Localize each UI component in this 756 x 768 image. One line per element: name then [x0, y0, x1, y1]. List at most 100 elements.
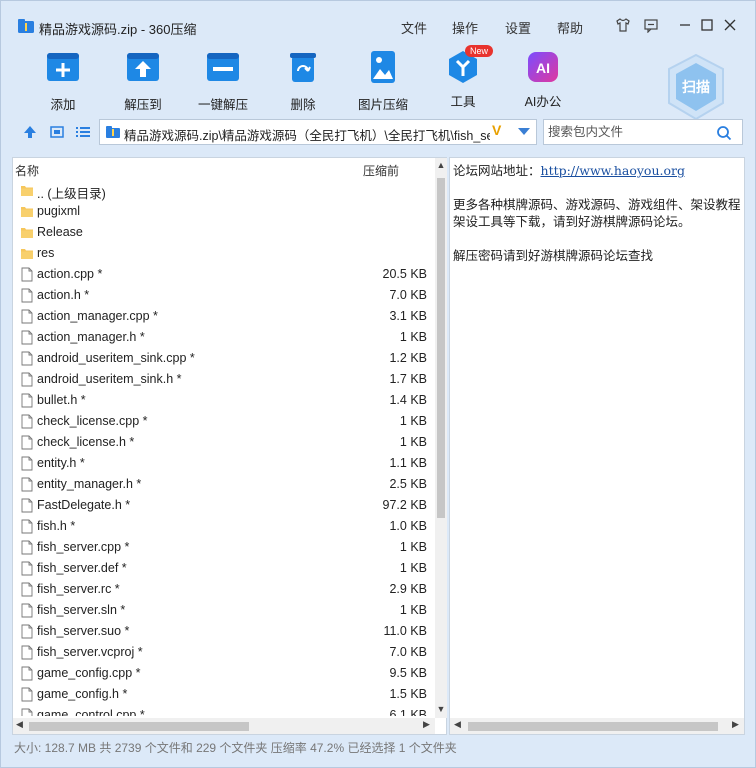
file-row[interactable]: game_control.cpp * 6.1 KB: [13, 705, 435, 716]
search-icon[interactable]: [716, 125, 732, 141]
menu-operate[interactable]: 操作: [452, 18, 478, 37]
file-row[interactable]: fish_server.suo * 11.0 KB: [13, 621, 435, 642]
scan-label: 扫描: [682, 79, 710, 96]
file-row[interactable]: android_useritem_sink.cpp * 1.2 KB: [13, 348, 435, 369]
search-input[interactable]: [548, 124, 708, 140]
file-size: 1 KB: [399, 603, 427, 617]
comment-scroll-thumb[interactable]: [468, 722, 718, 731]
file-row[interactable]: fish_server.def * 1 KB: [13, 558, 435, 579]
up-arrow-icon[interactable]: [22, 124, 38, 140]
file-icon: [21, 603, 33, 618]
file-name: entity.h *: [37, 456, 85, 470]
ai-icon-text: AI: [536, 60, 550, 76]
thumbnail-view-icon[interactable]: [49, 124, 65, 140]
file-size: 3.1 KB: [389, 309, 427, 323]
add-button[interactable]: 添加: [25, 49, 101, 113]
file-size: 1.0 KB: [389, 519, 427, 533]
one-click-extract-icon: [207, 53, 239, 81]
file-row[interactable]: fish.h * 1.0 KB: [13, 516, 435, 537]
file-row[interactable]: action.h * 7.0 KB: [13, 285, 435, 306]
address-bar[interactable]: 精品游戏源码.zip\精品游戏源码（全民打飞机）\全民打飞机\fish_ser …: [99, 119, 537, 145]
folder-row[interactable]: res: [13, 243, 435, 264]
close-icon[interactable]: [721, 16, 739, 34]
skin-icon[interactable]: [614, 16, 632, 34]
column-size-header[interactable]: 压缩前: [363, 162, 399, 179]
folder-icon: [21, 249, 33, 259]
search-box[interactable]: [543, 119, 743, 145]
image-compress-button[interactable]: 图片压缩: [345, 49, 421, 113]
feedback-icon[interactable]: [642, 16, 660, 34]
file-size: 1 KB: [399, 330, 427, 344]
folder-row[interactable]: .. (上级目录): [13, 180, 435, 201]
file-list: .. (上级目录) pugixml Release res action.cpp * 20…: [13, 180, 435, 716]
minimize-icon[interactable]: [676, 16, 694, 34]
navigation-bar: 精品游戏源码.zip\精品游戏源码（全民打飞机）\全民打飞机\fish_ser …: [1, 115, 755, 149]
folder-row[interactable]: Release: [13, 222, 435, 243]
file-name: action_manager.cpp *: [37, 309, 158, 323]
list-view-icon[interactable]: [75, 124, 91, 140]
file-row[interactable]: fish_server.vcproj * 7.0 KB: [13, 642, 435, 663]
file-row[interactable]: action_manager.cpp * 3.1 KB: [13, 306, 435, 327]
file-row[interactable]: entity.h * 1.1 KB: [13, 453, 435, 474]
file-row[interactable]: game_config.cpp * 9.5 KB: [13, 663, 435, 684]
file-name: fish_server.sln *: [37, 603, 126, 617]
address-dropdown-icon[interactable]: [518, 128, 530, 135]
v-mark-icon: V: [492, 122, 502, 138]
file-row[interactable]: game_config.h * 1.5 KB: [13, 684, 435, 705]
comment-scroll-right-icon[interactable]: ▶: [732, 719, 739, 730]
folder-row[interactable]: pugixml: [13, 201, 435, 222]
file-row[interactable]: bullet.h * 1.4 KB: [13, 390, 435, 411]
file-icon: [21, 414, 33, 429]
address-path: 精品游戏源码.zip\精品游戏源码（全民打飞机）\全民打飞机\fish_ser: [124, 129, 490, 143]
forum-link[interactable]: http://www.haoyou.org: [541, 163, 685, 178]
file-icon: [21, 330, 33, 345]
file-row[interactable]: fish_server.cpp * 1 KB: [13, 537, 435, 558]
scroll-left-icon[interactable]: ◀: [16, 719, 23, 730]
maximize-icon[interactable]: [698, 16, 716, 34]
one-click-extract-button[interactable]: 一键解压: [185, 49, 261, 113]
file-row[interactable]: fish_server.sln * 1 KB: [13, 600, 435, 621]
vertical-scrollbar[interactable]: ▲ ▼: [435, 158, 447, 718]
delete-button[interactable]: 删除: [265, 49, 341, 113]
scroll-up-icon[interactable]: ▲: [436, 160, 446, 170]
file-row[interactable]: action.cpp * 20.5 KB: [13, 264, 435, 285]
file-name: android_useritem_sink.cpp *: [37, 351, 195, 365]
tools-label: 工具: [450, 95, 476, 109]
column-name-header[interactable]: 名称: [15, 162, 39, 179]
file-row[interactable]: action_manager.h * 1 KB: [13, 327, 435, 348]
file-row[interactable]: FastDelegate.h * 97.2 KB: [13, 495, 435, 516]
comment-site-label: 论坛网站地址：: [453, 163, 541, 178]
menu-help[interactable]: 帮助: [557, 18, 583, 37]
comment-scroll-left-icon[interactable]: ◀: [454, 719, 461, 730]
comment-pane: 论坛网站地址：http://www.haoyou.org 更多各种棋牌源码、游戏…: [449, 157, 745, 735]
folder-icon: [21, 186, 33, 196]
file-icon: [21, 540, 33, 555]
file-name: Release: [37, 225, 83, 239]
file-row[interactable]: check_license.cpp * 1 KB: [13, 411, 435, 432]
ai-office-button[interactable]: AI AI办公: [505, 49, 581, 110]
file-icon: [21, 561, 33, 576]
horizontal-scroll-thumb[interactable]: [29, 722, 249, 731]
scan-button[interactable]: 扫描: [665, 53, 727, 123]
file-name: game_config.cpp *: [37, 666, 141, 680]
tools-button[interactable]: New 工具: [425, 45, 501, 110]
vertical-scroll-thumb[interactable]: [437, 178, 445, 518]
ai-office-label: AI办公: [524, 95, 562, 109]
file-row[interactable]: fish_server.rc * 2.9 KB: [13, 579, 435, 600]
menu-file[interactable]: 文件: [401, 18, 427, 37]
comment-horizontal-scrollbar[interactable]: ◀ ▶: [450, 718, 744, 734]
title-bar: 精品游戏源码.zip - 360压缩 文件 操作 设置 帮助: [1, 1, 755, 45]
file-row[interactable]: check_license.h * 1 KB: [13, 432, 435, 453]
extract-to-button[interactable]: 解压到: [105, 49, 181, 113]
menu-settings[interactable]: 设置: [505, 18, 531, 37]
folder-icon: [21, 228, 33, 238]
delete-label: 删除: [290, 98, 316, 112]
file-row[interactable]: entity_manager.h * 2.5 KB: [13, 474, 435, 495]
file-row[interactable]: android_useritem_sink.h * 1.7 KB: [13, 369, 435, 390]
scroll-down-icon[interactable]: ▼: [436, 704, 446, 714]
horizontal-scrollbar[interactable]: ◀ ▶: [13, 718, 435, 734]
file-list-pane: 名称 压缩前 .. (上级目录) pugixml Release res action.…: [12, 157, 447, 735]
scroll-right-icon[interactable]: ▶: [423, 719, 430, 730]
file-size: 9.5 KB: [389, 666, 427, 680]
file-size: 1.2 KB: [389, 351, 427, 365]
